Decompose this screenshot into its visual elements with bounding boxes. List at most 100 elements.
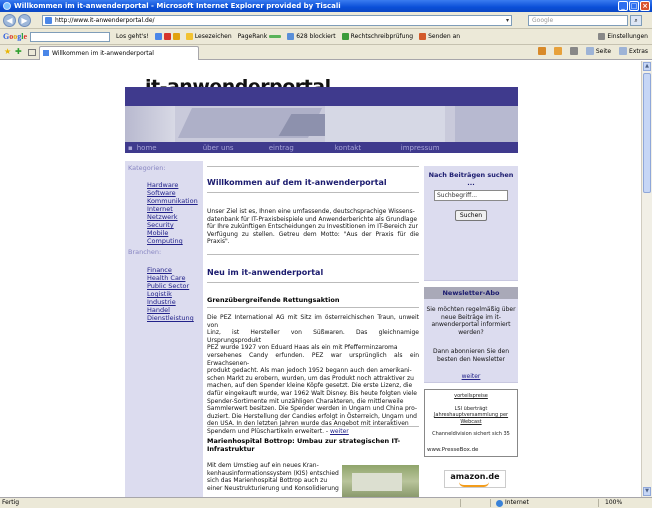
nav-home[interactable]: home bbox=[137, 144, 203, 152]
amazon-banner[interactable]: amazon.de bbox=[444, 470, 506, 488]
site-search-input[interactable]: Suchbegriff... bbox=[434, 190, 508, 201]
scroll-down-icon[interactable]: ▼ bbox=[643, 487, 651, 496]
google-logo: Google bbox=[3, 32, 28, 41]
tab-bar: ★ ✚ Willkommen im it-anwenderportal Seit… bbox=[0, 45, 652, 60]
divider bbox=[207, 282, 419, 283]
header-image bbox=[125, 106, 518, 142]
article-title[interactable]: Grenzübergreifende Rettungsaktion bbox=[207, 296, 339, 304]
branche-link[interactable]: Health Care bbox=[147, 274, 194, 282]
newsletter-link[interactable]: weiter bbox=[424, 373, 518, 381]
address-toolbar: ◀ ▶ http://www.it-anwenderportal.de/ ▾ G… bbox=[0, 12, 652, 29]
article-text: Die PEZ International AG mit Sitz im öst… bbox=[207, 314, 419, 435]
vertical-scrollbar[interactable]: ▲ ▼ bbox=[641, 61, 652, 497]
feeds-icon[interactable] bbox=[553, 47, 562, 55]
search-box: Nach Beiträgen suchen ... Suchbegriff...… bbox=[424, 166, 518, 281]
branche-link[interactable]: Finance bbox=[147, 266, 194, 274]
zoom-level[interactable]: 100% bbox=[605, 498, 622, 508]
ie-search-input[interactable]: Google bbox=[528, 15, 628, 26]
newsletter-text: Dann abonnieren Sie den besten den Newsl… bbox=[432, 348, 510, 363]
window-title: Willkommen im it-anwenderportal - Micros… bbox=[14, 2, 341, 10]
status-text: Fertig bbox=[2, 499, 20, 506]
window-titlebar: Willkommen im it-anwenderportal - Micros… bbox=[0, 0, 652, 12]
more-link[interactable]: weiter bbox=[330, 428, 349, 435]
quick-tabs-icon[interactable] bbox=[28, 49, 36, 56]
print-icon[interactable] bbox=[569, 47, 578, 55]
home-icon[interactable] bbox=[537, 47, 546, 55]
favorites-star-icon[interactable]: ★ bbox=[4, 48, 11, 56]
article-text: Mit dem Umstieg auf ein neues Kran- kenh… bbox=[207, 462, 339, 492]
pressbox-text[interactable]: vorteilspreise LSI überträgt Jahreshaupt… bbox=[425, 393, 517, 438]
nav-about[interactable]: über uns bbox=[203, 144, 269, 152]
new-heading: Neu im it-anwenderportal bbox=[207, 268, 324, 277]
search-box-title: Nach Beiträgen suchen ... bbox=[428, 171, 514, 187]
branche-link[interactable]: Public Sector bbox=[147, 282, 194, 290]
settings-button[interactable]: Einstellungen bbox=[598, 33, 648, 40]
dropdown-arrow-icon[interactable]: ▾ bbox=[506, 16, 509, 25]
divider bbox=[207, 254, 419, 255]
web-page: it-anwenderportal ▪ home über uns eintra… bbox=[125, 61, 518, 497]
site-navigation: ▪ home über uns eintrag kontakt impressu… bbox=[125, 142, 518, 153]
header-bar bbox=[125, 87, 518, 106]
newsletter-box: Newsletter-Abo Sie möchten regelmäßig üb… bbox=[424, 287, 518, 383]
nav-bullet-icon: ▪ bbox=[128, 143, 133, 152]
google-search-input[interactable] bbox=[30, 31, 111, 42]
category-link[interactable]: Software bbox=[147, 189, 203, 197]
branche-link[interactable]: Industrie bbox=[147, 298, 194, 306]
status-divider bbox=[490, 499, 491, 507]
article-title[interactable]: Marienhospital Bottrop: Umbau zur strate… bbox=[207, 437, 400, 453]
category-link[interactable]: Netzwerk bbox=[147, 213, 203, 221]
newsletter-title: Newsletter-Abo bbox=[424, 287, 518, 299]
search-icon[interactable]: ⌕ bbox=[630, 15, 642, 26]
popup-blocker-button[interactable]: 628 blockiert bbox=[287, 33, 336, 40]
tab-label: Willkommen im it-anwenderportal bbox=[52, 50, 154, 57]
status-bar: Fertig Internet 100% bbox=[0, 497, 652, 508]
bookmarks-button[interactable]: Lesezeichen bbox=[185, 33, 232, 40]
security-zone[interactable]: Internet bbox=[496, 498, 529, 508]
tab-active[interactable]: Willkommen im it-anwenderportal bbox=[39, 46, 199, 60]
ie-logo-icon bbox=[3, 2, 11, 10]
divider bbox=[207, 166, 419, 167]
toolbar-icons[interactable] bbox=[154, 33, 180, 40]
article-image bbox=[342, 465, 419, 497]
category-link[interactable]: Hardware bbox=[147, 181, 203, 189]
minimize-button[interactable]: _ bbox=[618, 1, 628, 11]
branchen-label: Branchen: bbox=[128, 248, 162, 256]
nav-entry[interactable]: eintrag bbox=[269, 144, 335, 152]
scroll-up-icon[interactable]: ▲ bbox=[643, 62, 651, 71]
add-favorite-icon[interactable]: ✚ bbox=[15, 48, 22, 56]
close-button[interactable]: × bbox=[640, 1, 650, 11]
category-list: Hardware Software Kommunikation Internet… bbox=[147, 181, 203, 245]
category-link[interactable]: Internet bbox=[147, 205, 203, 213]
maximize-button[interactable]: □ bbox=[629, 1, 639, 11]
forward-button[interactable]: ▶ bbox=[18, 14, 31, 27]
search-button[interactable]: Suchen bbox=[455, 210, 487, 221]
pagerank-indicator[interactable]: PageRank bbox=[238, 33, 282, 40]
window-controls: _ □ × bbox=[618, 1, 650, 11]
amazon-smile-icon bbox=[459, 482, 489, 487]
spellcheck-button[interactable]: Rechtschreibprüfung bbox=[341, 33, 413, 40]
globe-icon bbox=[496, 499, 503, 507]
address-input[interactable]: http://www.it-anwenderportal.de/ ▾ bbox=[42, 15, 512, 26]
welcome-text: Unser Ziel ist es, Ihnen eine umfassende… bbox=[207, 208, 419, 246]
pressbox-widget: vorteilspreise LSI überträgt Jahreshaupt… bbox=[424, 389, 518, 457]
category-link[interactable]: Kommunikation bbox=[147, 197, 203, 205]
send-to-button[interactable]: Senden an bbox=[419, 33, 460, 40]
divider bbox=[207, 426, 419, 427]
branche-link[interactable]: Logistik bbox=[147, 290, 194, 298]
google-search-button[interactable]: Los geht's! bbox=[116, 33, 149, 40]
back-button[interactable]: ◀ bbox=[3, 14, 16, 27]
status-divider bbox=[598, 499, 599, 507]
command-bar: Seite Extras bbox=[537, 47, 648, 55]
pressbox-footer[interactable]: www.PresseBox.de bbox=[427, 447, 478, 453]
scroll-thumb[interactable] bbox=[643, 73, 651, 193]
nav-imprint[interactable]: impressum bbox=[401, 144, 467, 152]
google-toolbar: Google Los geht's! Lesezeichen PageRank … bbox=[0, 29, 652, 45]
branche-link[interactable]: Dienstleistung bbox=[147, 314, 194, 322]
branche-link[interactable]: Handel bbox=[147, 306, 194, 314]
newsletter-text: Sie möchten regelmäßig über neue Beiträg… bbox=[426, 306, 516, 336]
category-link[interactable]: Mobile Computing bbox=[147, 229, 203, 245]
category-link[interactable]: Security bbox=[147, 221, 203, 229]
tools-menu[interactable]: Extras bbox=[619, 47, 648, 55]
nav-contact[interactable]: kontakt bbox=[335, 144, 401, 152]
page-menu[interactable]: Seite bbox=[585, 47, 611, 55]
